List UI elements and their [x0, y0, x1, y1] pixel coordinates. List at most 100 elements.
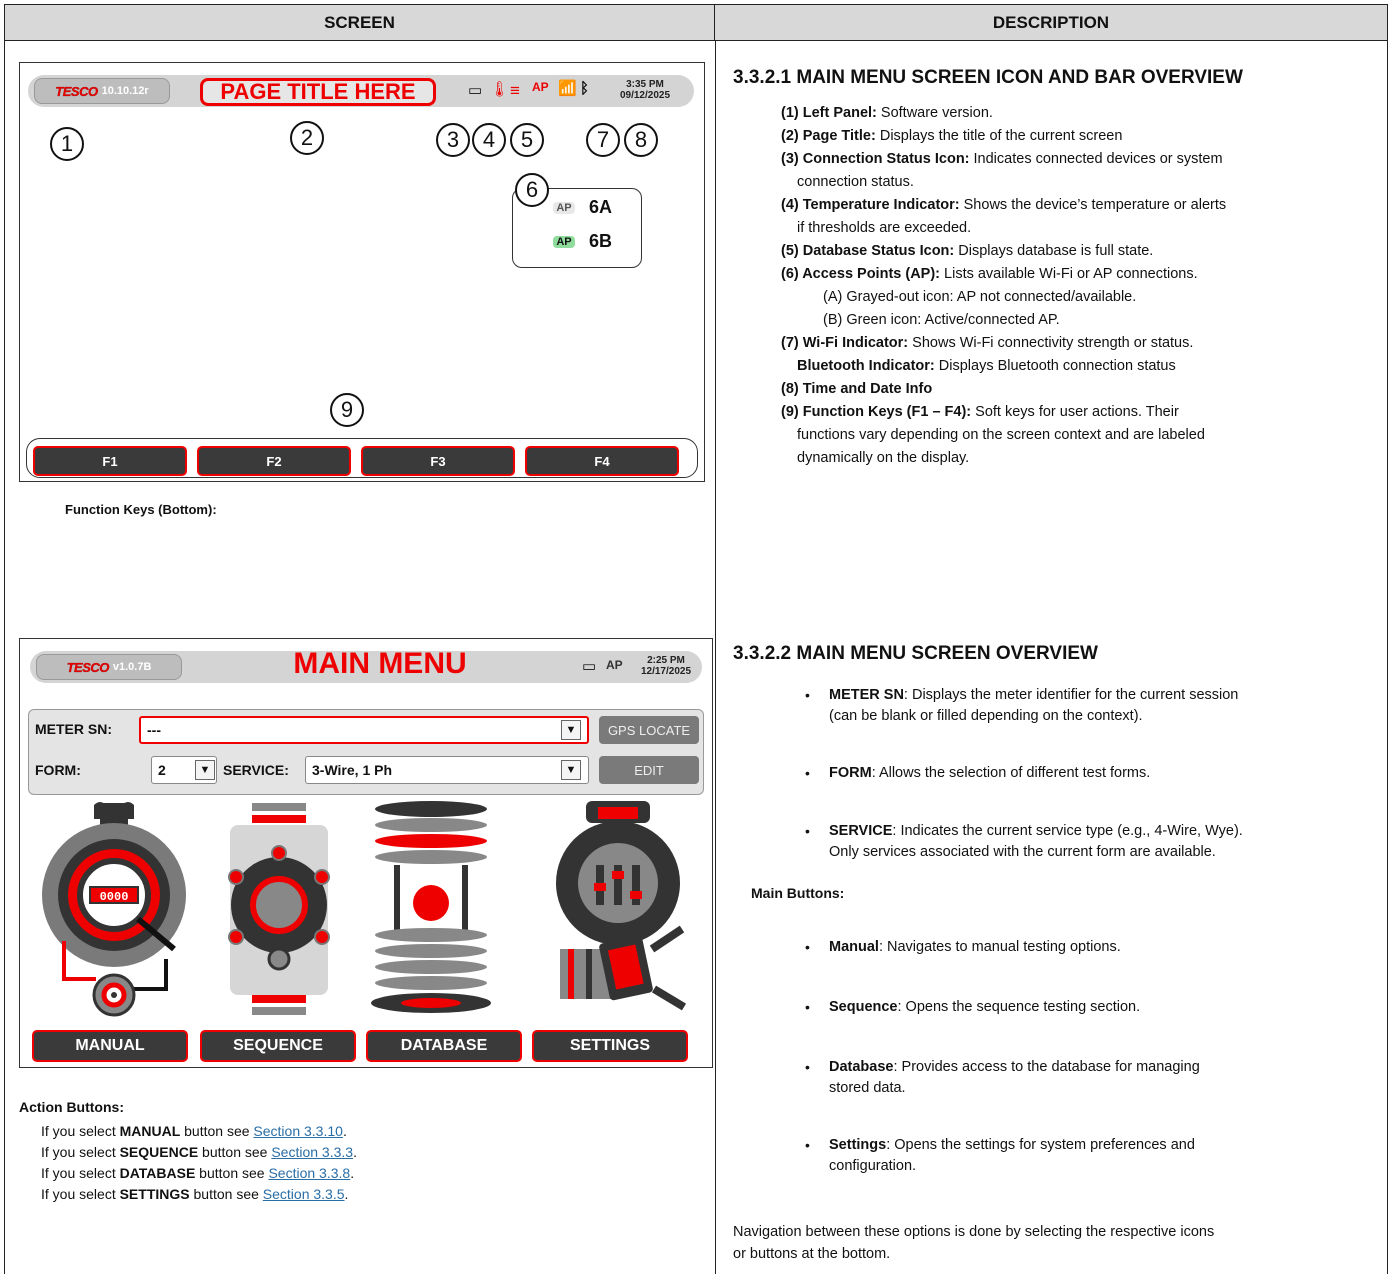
- version-panel: TESCO v1.0.7B: [36, 654, 182, 680]
- action-row-manual: If you select MANUAL button see Section …: [41, 1123, 347, 1139]
- version-label: 10.10.12r: [101, 85, 149, 97]
- desc-item: (4) Temperature Indicator: Shows the dev…: [781, 197, 1227, 213]
- desc-item: (A) Grayed-out icon: AP not connected/av…: [823, 289, 1137, 305]
- callout-1: 1: [50, 127, 84, 161]
- desc-item: (3) Connection Status Icon: Indicates co…: [781, 151, 1223, 167]
- desc-item: functions vary depending on the screen c…: [797, 427, 1205, 443]
- database-stack-icon[interactable]: [366, 799, 496, 1021]
- callout-9: 9: [330, 393, 364, 427]
- desc-item: (2) Page Title: Displays the title of th…: [781, 128, 1123, 144]
- function-keys-note: Function Keys (Bottom):: [65, 502, 217, 517]
- desc-item: (9) Function Keys (F1 – F4): Soft keys f…: [781, 404, 1179, 420]
- bullet-database: • Database: Provides access to the datab…: [805, 1059, 1200, 1096]
- ap-icon: AP: [606, 658, 623, 672]
- connection-icon: ▭: [582, 658, 597, 675]
- desc-item: if thresholds are exceeded.: [797, 220, 972, 236]
- time-date: 2:25 PM 12/17/2025: [626, 655, 706, 677]
- section-link[interactable]: Section 3.3.5: [263, 1186, 345, 1202]
- bluetooth-icon: ᛒ: [580, 80, 590, 97]
- ap-6b-row: AP 6B: [553, 231, 612, 252]
- service-select[interactable]: 3-Wire, 1 Ph: [305, 756, 589, 784]
- callout-5: 5: [510, 123, 544, 157]
- thermometer-icon: 🌡: [490, 81, 510, 98]
- chevron-down-icon[interactable]: ▼: [561, 720, 581, 740]
- tesco-logo: TESCO: [55, 83, 98, 99]
- meter-sn-field[interactable]: ---: [139, 716, 589, 744]
- function-keys-bar: F1 F2 F3 F4: [26, 438, 698, 478]
- wifi-icon: 📶: [558, 80, 577, 97]
- bullet-sequence: • Sequence: Opens the sequence testing s…: [805, 999, 1141, 1015]
- screen-icon-overview: TESCO 10.10.12r PAGE TITLE HERE ▭ 🌡 ≡ AP…: [19, 62, 705, 482]
- ap-6a-label: 6A: [589, 197, 613, 217]
- section-link[interactable]: Section 3.3.8: [268, 1165, 350, 1181]
- f2-button[interactable]: F2: [197, 446, 351, 476]
- time-label: 2:25 PM: [647, 655, 685, 666]
- date-label: 09/12/2025: [619, 90, 671, 101]
- sequence-gear-icon[interactable]: [216, 799, 346, 1021]
- f1-button[interactable]: F1: [33, 446, 187, 476]
- bullet-form: • FORM: Allows the selection of differen…: [805, 765, 1151, 781]
- desc-item: dynamically on the display.: [797, 450, 970, 466]
- desc-item: Bluetooth Indicator: Displays Bluetooth …: [797, 358, 1176, 374]
- desc-item: (6) Access Points (AP): Lists available …: [781, 266, 1198, 282]
- main-menu-screen: TESCO v1.0.7B MAIN MENU ▭ AP 2:25 PM 12/…: [19, 638, 713, 1068]
- icon-description-list: (1) Left Panel: Software version. (2) Pa…: [781, 103, 1361, 471]
- action-links-list: If you select MANUAL button see Section …: [41, 1121, 357, 1205]
- edit-button[interactable]: EDIT: [599, 756, 699, 784]
- ap-green-icon: AP: [553, 235, 575, 248]
- desc-item: (5) Database Status Icon: Displays datab…: [781, 243, 1154, 259]
- form-label: FORM:: [35, 762, 81, 778]
- section-link[interactable]: Section 3.3.3: [271, 1144, 353, 1160]
- desc-item: connection status.: [797, 174, 914, 190]
- callout-8: 8: [624, 123, 658, 157]
- action-row-settings: If you select SETTINGS button see Sectio…: [41, 1186, 349, 1202]
- bullet-settings: • Settings: Opens the settings for syste…: [805, 1137, 1195, 1174]
- manual-meter-icon[interactable]: 0000: [34, 799, 194, 1021]
- document-table: SCREEN DESCRIPTION TESCO 10.10.12r PAGE …: [4, 4, 1388, 1274]
- callout-2: 2: [290, 121, 324, 155]
- desc-item: (7) Wi-Fi Indicator: Shows Wi-Fi connect…: [781, 335, 1194, 351]
- chevron-down-icon[interactable]: ▼: [561, 760, 581, 780]
- ap-icon-red: AP: [532, 80, 549, 94]
- version-panel: TESCO 10.10.12r: [34, 78, 170, 104]
- time-date: 3:35 PM 09/12/2025: [600, 79, 690, 101]
- section-link[interactable]: Section 3.3.10: [253, 1123, 343, 1139]
- page-title: MAIN MENU: [293, 647, 467, 680]
- gps-locate-button[interactable]: GPS LOCATE: [599, 716, 699, 744]
- settings-button[interactable]: SETTINGS: [532, 1030, 688, 1062]
- f4-button[interactable]: F4: [525, 446, 679, 476]
- callout-6: 6: [515, 173, 549, 207]
- service-label: SERVICE:: [223, 762, 289, 778]
- meter-sn-label: METER SN:: [35, 721, 112, 737]
- meter-digits: 0000: [100, 890, 129, 904]
- bullet-manual: • Manual: Navigates to manual testing op…: [805, 939, 1121, 955]
- navigation-note: Navigation between these options is done…: [733, 1224, 1215, 1262]
- sequence-button[interactable]: SEQUENCE: [200, 1030, 356, 1062]
- time-label: 3:35 PM: [626, 79, 664, 90]
- desc-item: (B) Green icon: Active/connected AP.: [823, 312, 1060, 328]
- bullet-meter-sn: • METER SN: Displays the meter identifie…: [805, 687, 1239, 724]
- f3-button[interactable]: F3: [361, 446, 515, 476]
- callout-3: 3: [436, 123, 470, 157]
- database-icon: ≡: [510, 81, 520, 100]
- settings-gear-icon[interactable]: [542, 799, 692, 1021]
- chevron-down-icon[interactable]: ▼: [195, 760, 215, 780]
- desc-item: (1) Left Panel: Software version.: [781, 105, 993, 121]
- screen-column-header: SCREEN: [5, 5, 715, 41]
- ap-gray-icon: AP: [553, 201, 575, 214]
- ap-6b-label: 6B: [589, 231, 613, 251]
- page-title: PAGE TITLE HERE: [200, 78, 436, 106]
- meter-settings-panel: METER SN: --- ▼ GPS LOCATE FORM: 2 ▼ SER…: [28, 709, 704, 795]
- database-button[interactable]: DATABASE: [366, 1030, 522, 1062]
- section-title-3-3-2-1: 3.3.2.1 MAIN MENU SCREEN ICON AND BAR OV…: [733, 67, 1243, 88]
- main-buttons-heading: Main Buttons:: [751, 885, 845, 901]
- bullet-service: • SERVICE: Indicates the current service…: [805, 823, 1243, 860]
- connection-icon: ▭: [468, 82, 483, 99]
- manual-button[interactable]: MANUAL: [32, 1030, 188, 1062]
- tesco-logo: TESCO: [66, 659, 109, 675]
- ap-6a-row: AP 6A: [553, 197, 612, 218]
- date-label: 12/17/2025: [640, 666, 692, 677]
- action-buttons-heading: Action Buttons:: [19, 1099, 124, 1115]
- action-row-database: If you select DATABASE button see Sectio…: [41, 1165, 355, 1181]
- callout-7: 7: [586, 123, 620, 157]
